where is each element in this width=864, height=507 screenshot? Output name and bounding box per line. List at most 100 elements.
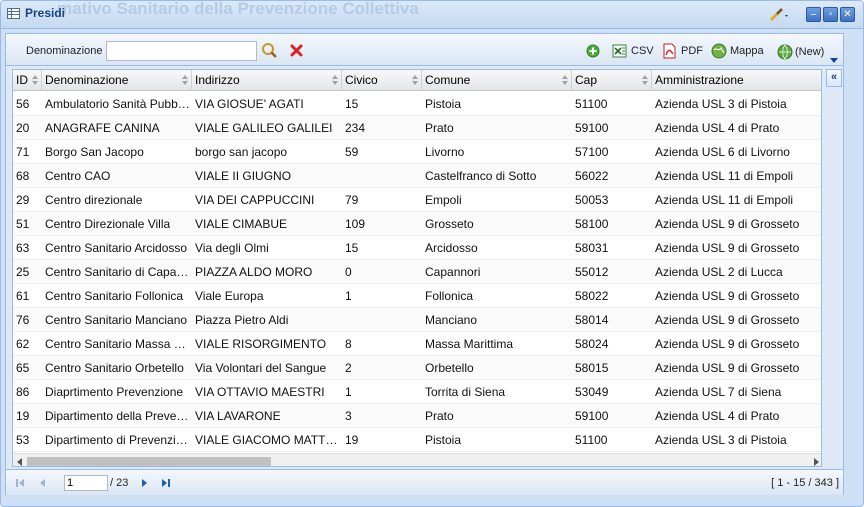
cell-indirizzo: VIALE RISORGIMENTO bbox=[195, 337, 327, 351]
sort-icon[interactable] bbox=[412, 75, 418, 85]
scroll-left-icon[interactable] bbox=[17, 458, 22, 466]
cell-civico: 8 bbox=[345, 337, 352, 351]
sort-icon[interactable] bbox=[182, 75, 188, 85]
cell-denominazione: Centro Sanitario Manciano bbox=[45, 313, 188, 327]
cell-civico bbox=[342, 308, 422, 332]
cell-denominazione: Ambulatorio Sanità Pubblica bbox=[45, 97, 192, 111]
sort-icon[interactable] bbox=[562, 75, 568, 85]
cell-denominazione: Centro CAO bbox=[45, 169, 111, 183]
cell-comune: Pistoia bbox=[425, 433, 462, 447]
column-header-label: Denominazione bbox=[45, 73, 129, 87]
cell-cap: 59100 bbox=[575, 409, 609, 423]
table-row[interactable]: 25 Centro Sanitario di Capannori PIAZZA AL… bbox=[13, 260, 821, 284]
cell-id: 62 bbox=[16, 337, 30, 351]
map-button[interactable]: Mappa bbox=[730, 45, 764, 57]
cell-civico: 15 bbox=[345, 241, 359, 255]
page-number-input[interactable] bbox=[64, 475, 108, 491]
cell-indirizzo: borgo san jacopo bbox=[195, 145, 288, 159]
new-globe-icon[interactable] bbox=[777, 44, 793, 63]
table-row[interactable]: 76 Centro Sanitario Manciano Piazza Pietro… bbox=[13, 308, 821, 332]
maximize-button[interactable]: ▫ bbox=[823, 7, 838, 22]
next-page-icon[interactable] bbox=[142, 479, 147, 487]
pdf-export-icon[interactable] bbox=[662, 43, 677, 62]
cell-denominazione: Centro Sanitario Orbetello bbox=[45, 361, 184, 375]
scroll-right-icon[interactable] bbox=[814, 458, 819, 466]
cell-comune: Orbetello bbox=[425, 361, 474, 375]
cell-id: 68 bbox=[16, 169, 30, 183]
csv-button[interactable]: CSV bbox=[631, 45, 654, 57]
cell-denominazione: Centro direzionale bbox=[45, 193, 143, 207]
cell-indirizzo: Via degli Olmi bbox=[195, 241, 269, 255]
table-row[interactable]: 19 Dipartimento della PrevenzioneVIA LAVA… bbox=[13, 404, 821, 428]
cell-id: 19 bbox=[16, 409, 30, 423]
column-header-amministrazione[interactable]: Amministrazione bbox=[652, 70, 821, 91]
cell-denominazione: Centro Sanitario Massa Marittima bbox=[45, 337, 192, 351]
cell-indirizzo: VIALE CIMABUE bbox=[195, 217, 288, 231]
cell-amministrazione: Azienda USL 3 di Pistoia bbox=[655, 97, 787, 111]
table-row[interactable]: 29 Centro direzionale VIA DEI CAPPUCCINI 79… bbox=[13, 188, 821, 212]
denominazione-search-input[interactable] bbox=[106, 41, 257, 61]
pdf-button[interactable]: PDF bbox=[681, 45, 703, 57]
prev-page-icon[interactable] bbox=[40, 479, 45, 487]
column-header-label: Cap bbox=[575, 73, 598, 87]
column-header-indirizzo[interactable]: Indirizzo bbox=[192, 70, 342, 91]
first-page-icon[interactable] bbox=[19, 479, 24, 487]
minimize-button[interactable]: ‒ bbox=[806, 7, 821, 22]
sort-icon[interactable] bbox=[32, 75, 38, 85]
cell-amministrazione: Azienda USL 9 di Grosseto bbox=[655, 361, 800, 375]
cell-denominazione: Diaprtimento Prevenzione bbox=[45, 385, 184, 399]
new-button[interactable]: (New) bbox=[795, 46, 824, 58]
close-button[interactable]: ✕ bbox=[840, 7, 855, 22]
column-header-id[interactable]: ID bbox=[13, 70, 42, 91]
sort-icon[interactable] bbox=[642, 75, 648, 85]
add-icon[interactable] bbox=[586, 44, 600, 61]
cell-indirizzo: VIA GIOSUE' AGATI bbox=[195, 97, 304, 111]
cell-comune: Follonica bbox=[425, 289, 474, 303]
search-icon[interactable] bbox=[261, 42, 278, 62]
table-row[interactable]: 68 Centro CAO VIALE II GIUGNO Castelfranco … bbox=[13, 164, 821, 188]
column-header-civico[interactable]: Civico bbox=[342, 70, 422, 91]
column-header-denominazione[interactable]: Denominazione bbox=[42, 70, 192, 91]
column-header-comune[interactable]: Comune bbox=[422, 70, 572, 91]
window-titlebar[interactable]: mativo Sanitario della Prevenzione Colle… bbox=[1, 1, 863, 29]
column-header-label: Indirizzo bbox=[195, 73, 240, 87]
column-header-label: Comune bbox=[425, 73, 471, 87]
clear-filter-icon[interactable] bbox=[290, 44, 303, 60]
last-page-icon[interactable] bbox=[162, 479, 167, 487]
cell-cap: 59100 bbox=[575, 121, 609, 135]
cell-comune: Prato bbox=[425, 121, 454, 135]
table-row[interactable]: 63 Centro Sanitario Arcidosso Via degli Ol… bbox=[13, 236, 821, 260]
cell-cap: 58024 bbox=[575, 337, 609, 351]
csv-export-icon[interactable] bbox=[612, 43, 628, 62]
cell-cap: 53049 bbox=[575, 385, 609, 399]
chevron-down-icon[interactable] bbox=[830, 52, 838, 66]
table-row[interactable]: 56 Ambulatorio Sanità Pubblica VIA GIOSUE'… bbox=[13, 92, 821, 116]
horizontal-scrollbar[interactable] bbox=[13, 453, 821, 466]
table-row[interactable]: 53 Dipartimento di Prevenzione VIALE GIACO… bbox=[13, 428, 821, 452]
cell-denominazione: Centro Sanitario Arcidosso bbox=[45, 241, 188, 255]
expand-panel-button[interactable]: « bbox=[826, 69, 842, 87]
scrollbar-thumb[interactable] bbox=[27, 457, 271, 466]
cell-comune: Manciano bbox=[425, 313, 478, 327]
sort-icon[interactable] bbox=[332, 75, 338, 85]
table-row[interactable]: 61 Centro Sanitario Follonica Viale Europa… bbox=[13, 284, 821, 308]
grid-body: 56 Ambulatorio Sanità Pubblica VIA GIOSUE'… bbox=[13, 92, 821, 452]
cell-amministrazione: Azienda USL 7 di Siena bbox=[655, 385, 782, 399]
presidi-grid: ID Denominazione Indirizzo Civico Comune Cap A… bbox=[12, 69, 822, 467]
cell-comune: Arcidosso bbox=[425, 241, 478, 255]
cell-cap: 58015 bbox=[575, 361, 609, 375]
cell-comune: Pistoia bbox=[425, 97, 462, 111]
table-row[interactable]: 86 Diaprtimento Prevenzione VIA OTTAVIO MA… bbox=[13, 380, 821, 404]
cell-comune: Torrita di Siena bbox=[425, 385, 506, 399]
table-row[interactable]: 71 Borgo San Jacopo borgo san jacopo 59 Livo… bbox=[13, 140, 821, 164]
brush-tool-icon[interactable] bbox=[767, 6, 791, 25]
cell-civico: 3 bbox=[345, 409, 352, 423]
table-row[interactable]: 20 ANAGRAFE CANINA VIALE GALILEO GALILEI 23… bbox=[13, 116, 821, 140]
cell-cap: 51100 bbox=[575, 433, 608, 447]
table-row[interactable]: 65 Centro Sanitario Orbetello Via Volontar… bbox=[13, 356, 821, 380]
map-icon[interactable] bbox=[711, 43, 727, 62]
column-header-cap[interactable]: Cap bbox=[572, 70, 652, 91]
table-row[interactable]: 62 Centro Sanitario Massa MarittimaVIALE … bbox=[13, 332, 821, 356]
table-row[interactable]: 51 Centro Direzionale Villa VIALE CIMABUE 1… bbox=[13, 212, 821, 236]
cell-civico: 15 bbox=[345, 97, 359, 111]
